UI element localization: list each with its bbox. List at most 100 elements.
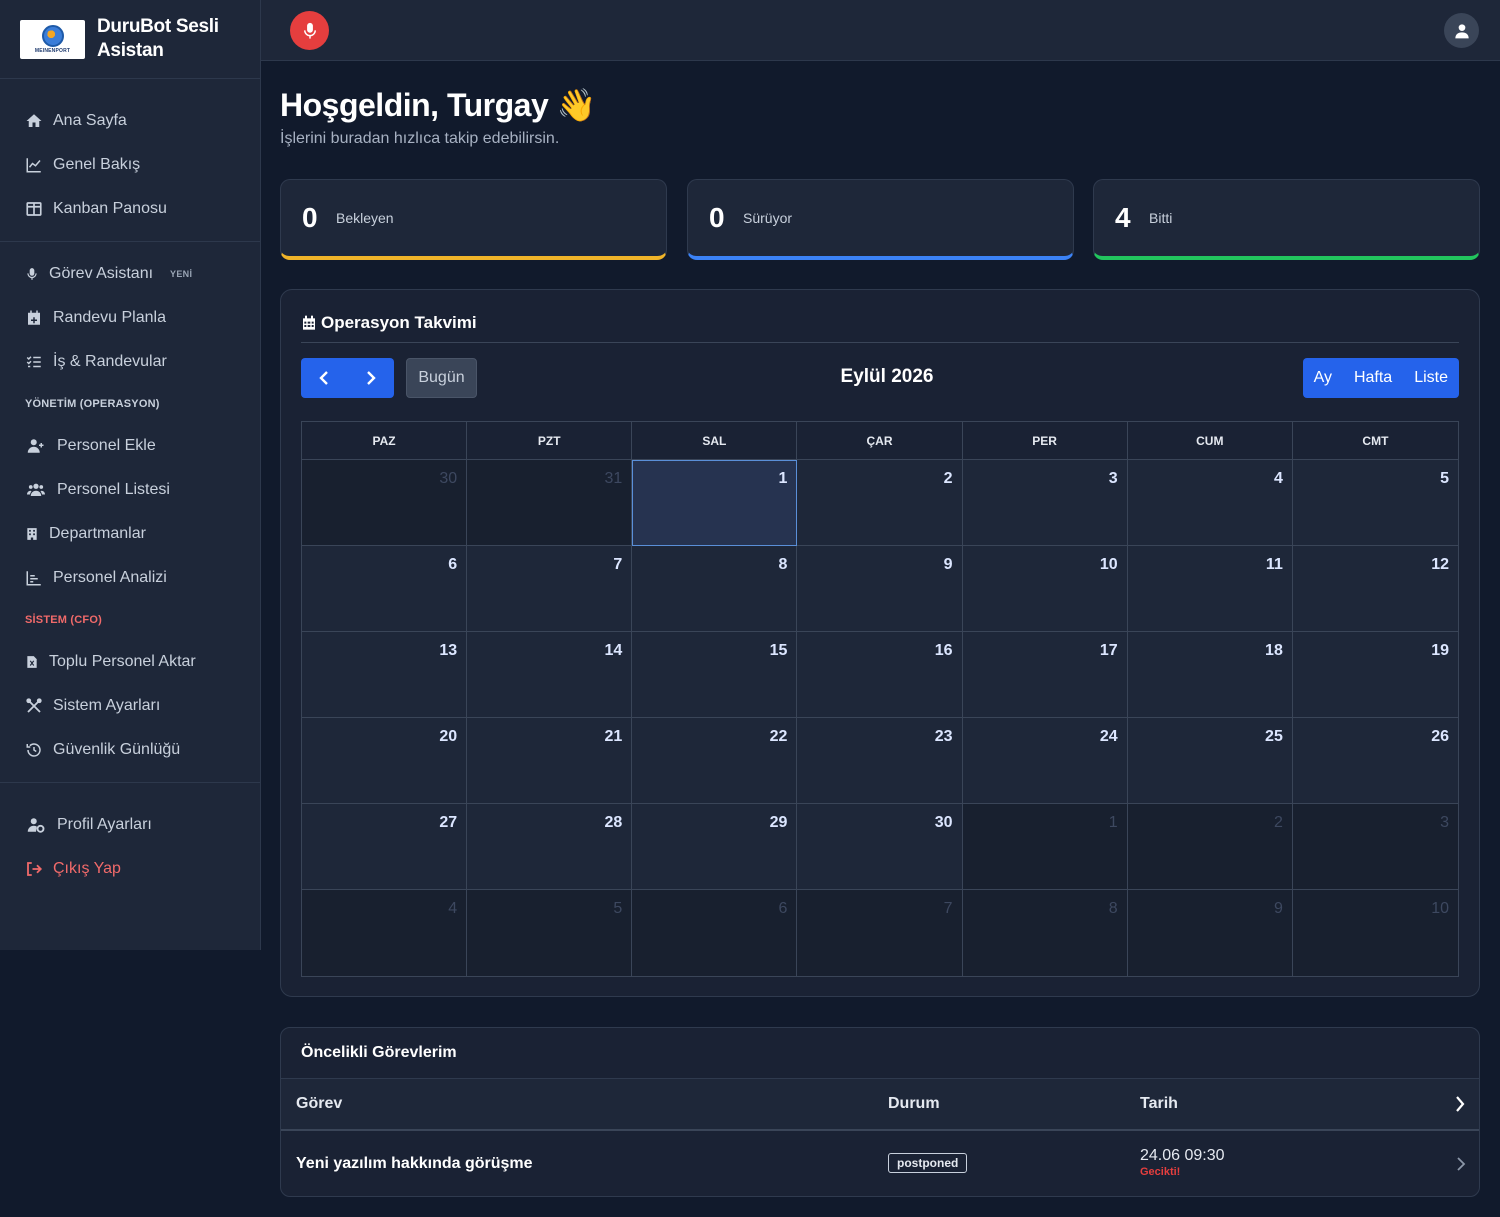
sidebar-item-system-settings[interactable]: Sistem Ayarları [0, 684, 260, 728]
calendar-day-cell[interactable]: 20 [302, 718, 468, 804]
weekday-header: SAL [632, 422, 798, 460]
calendar-day-cell[interactable]: 5 [1292, 460, 1458, 546]
calendar-day-cell[interactable]: 4 [1127, 460, 1293, 546]
calendar-day-cell[interactable]: 2 [797, 460, 963, 546]
calendar-header: Operasyon Takvimi [301, 310, 1459, 343]
column-header-status: Durum [888, 1095, 940, 1112]
calendar-day-cell[interactable]: 31 [467, 460, 633, 546]
sidebar-item-overview[interactable]: Genel Bakış [0, 143, 260, 187]
chart-line-icon [26, 158, 41, 173]
view-week-button[interactable]: Hafta [1343, 369, 1403, 387]
sidebar-item-bulk-import[interactable]: Toplu Personel Aktar [0, 640, 260, 684]
nav-group-tasks: Görev Asistanı YENİ Randevu Planla İş & … [0, 242, 260, 783]
sidebar-item-task-assistant[interactable]: Görev Asistanı YENİ [0, 252, 260, 296]
sidebar-item-jobs[interactable]: İş & Randevular [0, 340, 260, 384]
calendar-day-cell[interactable]: 25 [1127, 718, 1293, 804]
calendar-day-cell[interactable]: 6 [302, 546, 468, 632]
calendar-day-cell[interactable]: 26 [1292, 718, 1458, 804]
calendar-day-cell[interactable]: 24 [962, 718, 1128, 804]
calendar-day-cell[interactable]: 7 [467, 546, 633, 632]
calendar-day-cell[interactable]: 21 [467, 718, 633, 804]
stat-card-in-progress[interactable]: 0 Sürüyor [687, 179, 1074, 260]
calendar-day-cell[interactable]: 10 [962, 546, 1128, 632]
calendar-day-cell[interactable]: 12 [1292, 546, 1458, 632]
calendar-day-cell[interactable]: 23 [797, 718, 963, 804]
stat-value: 0 [302, 202, 318, 233]
column-header-date: Tarih [1140, 1095, 1178, 1112]
calendar-day-cell[interactable]: 30 [797, 804, 963, 890]
calendar-day-cell[interactable]: 9 [1127, 890, 1293, 976]
sidebar-item-departments[interactable]: Departmanlar [0, 512, 260, 556]
calendar-day-cell[interactable]: 6 [632, 890, 798, 976]
section-system: SİSTEM (CFO) [25, 614, 102, 626]
today-button[interactable]: Bugün [406, 358, 477, 398]
sidebar-item-logout[interactable]: Çıkış Yap [0, 847, 260, 891]
user-icon [1454, 23, 1469, 38]
history-icon [26, 743, 41, 757]
calendar-day-cell[interactable]: 5 [467, 890, 633, 976]
calendar-day-cell[interactable]: 10 [1292, 890, 1458, 976]
priority-tasks-title: Öncelikli Görevlerim [281, 1028, 1479, 1079]
sidebar-item-schedule[interactable]: Randevu Planla [0, 296, 260, 340]
stat-card-done[interactable]: 4 Bitti [1093, 179, 1480, 260]
nav-group-main: Ana Sayfa Genel Bakış Kanban Panosu [0, 79, 260, 242]
next-month-button[interactable] [348, 358, 395, 398]
sidebar-item-profile[interactable]: Profil Ayarları [0, 803, 260, 847]
task-datetime: 24.06 09:30 [1140, 1147, 1225, 1164]
stat-card-pending[interactable]: 0 Bekleyen [280, 179, 667, 260]
calendar-day-cell[interactable]: 7 [797, 890, 963, 976]
calendar-day-cell[interactable]: 29 [632, 804, 798, 890]
calendar-day-cell-today[interactable]: 1 [632, 460, 798, 546]
calendar-day-cell[interactable]: 11 [1127, 546, 1293, 632]
sidebar-item-home[interactable]: Ana Sayfa [0, 99, 260, 143]
calendar-title: Operasyon Takvimi [321, 313, 477, 332]
calendar-day-cell[interactable]: 8 [632, 546, 798, 632]
row-open-icon[interactable] [1456, 1156, 1466, 1177]
sidebar-item-security-log[interactable]: Güvenlik Günlüğü [0, 728, 260, 772]
calendar-day-cell[interactable]: 19 [1292, 632, 1458, 718]
calendar-day-cell[interactable]: 16 [797, 632, 963, 718]
calendar-day-cell[interactable]: 13 [302, 632, 468, 718]
sidebar-item-staff-list[interactable]: Personel Listesi [0, 468, 260, 512]
calendar-day-cell[interactable]: 22 [632, 718, 798, 804]
status-badge: postponed [888, 1153, 968, 1173]
view-all-button[interactable] [1454, 1095, 1466, 1118]
sidebar: MEINENPORT DuruBot Sesli Asistan Ana Say… [0, 0, 261, 950]
calendar-day-cell[interactable]: 15 [632, 632, 798, 718]
new-badge: YENİ [170, 269, 193, 279]
voice-record-button[interactable] [290, 11, 329, 50]
calendar-week-row: 6 7 8 9 10 11 12 [302, 546, 1458, 632]
home-icon [26, 114, 42, 127]
brand[interactable]: MEINENPORT DuruBot Sesli Asistan [0, 0, 260, 79]
view-month-button[interactable]: Ay [1314, 369, 1343, 387]
list-check-icon [26, 356, 41, 368]
sidebar-item-staff-analysis[interactable]: Personel Analizi [0, 556, 260, 600]
stat-value: 4 [1115, 202, 1131, 233]
calendar-day-cell[interactable]: 4 [302, 890, 468, 976]
calendar-day-cell[interactable]: 30 [302, 460, 468, 546]
calendar-day-cell[interactable]: 3 [962, 460, 1128, 546]
table-row[interactable]: Yeni yazılım hakkında görüşme postponed … [281, 1131, 1479, 1196]
weekday-header: PAZ [302, 422, 468, 460]
sidebar-item-kanban[interactable]: Kanban Panosu [0, 187, 260, 231]
sidebar-item-add-staff[interactable]: Personel Ekle [0, 424, 260, 468]
calendar-day-cell[interactable]: 28 [467, 804, 633, 890]
view-list-button[interactable]: Liste [1403, 369, 1448, 387]
company-logo: MEINENPORT [20, 19, 85, 59]
user-gear-icon [27, 818, 45, 833]
calendar-day-cell[interactable]: 1 [962, 804, 1128, 890]
tasks-table-header: Görev Durum Tarih [281, 1079, 1479, 1131]
calendar-day-cell[interactable]: 8 [962, 890, 1128, 976]
calendar-day-cell[interactable]: 27 [302, 804, 468, 890]
weekday-header: CUM [1127, 422, 1293, 460]
calendar-day-cell[interactable]: 14 [467, 632, 633, 718]
calendar-day-cell[interactable]: 18 [1127, 632, 1293, 718]
prev-month-button[interactable] [301, 358, 348, 398]
calendar-day-cell[interactable]: 2 [1127, 804, 1293, 890]
user-menu-button[interactable] [1444, 13, 1479, 48]
calendar-day-cell[interactable]: 3 [1292, 804, 1458, 890]
calendar-week-row: 20 21 22 23 24 25 26 [302, 718, 1458, 804]
calendar-day-cell[interactable]: 17 [962, 632, 1128, 718]
user-plus-icon [27, 439, 44, 453]
calendar-day-cell[interactable]: 9 [797, 546, 963, 632]
